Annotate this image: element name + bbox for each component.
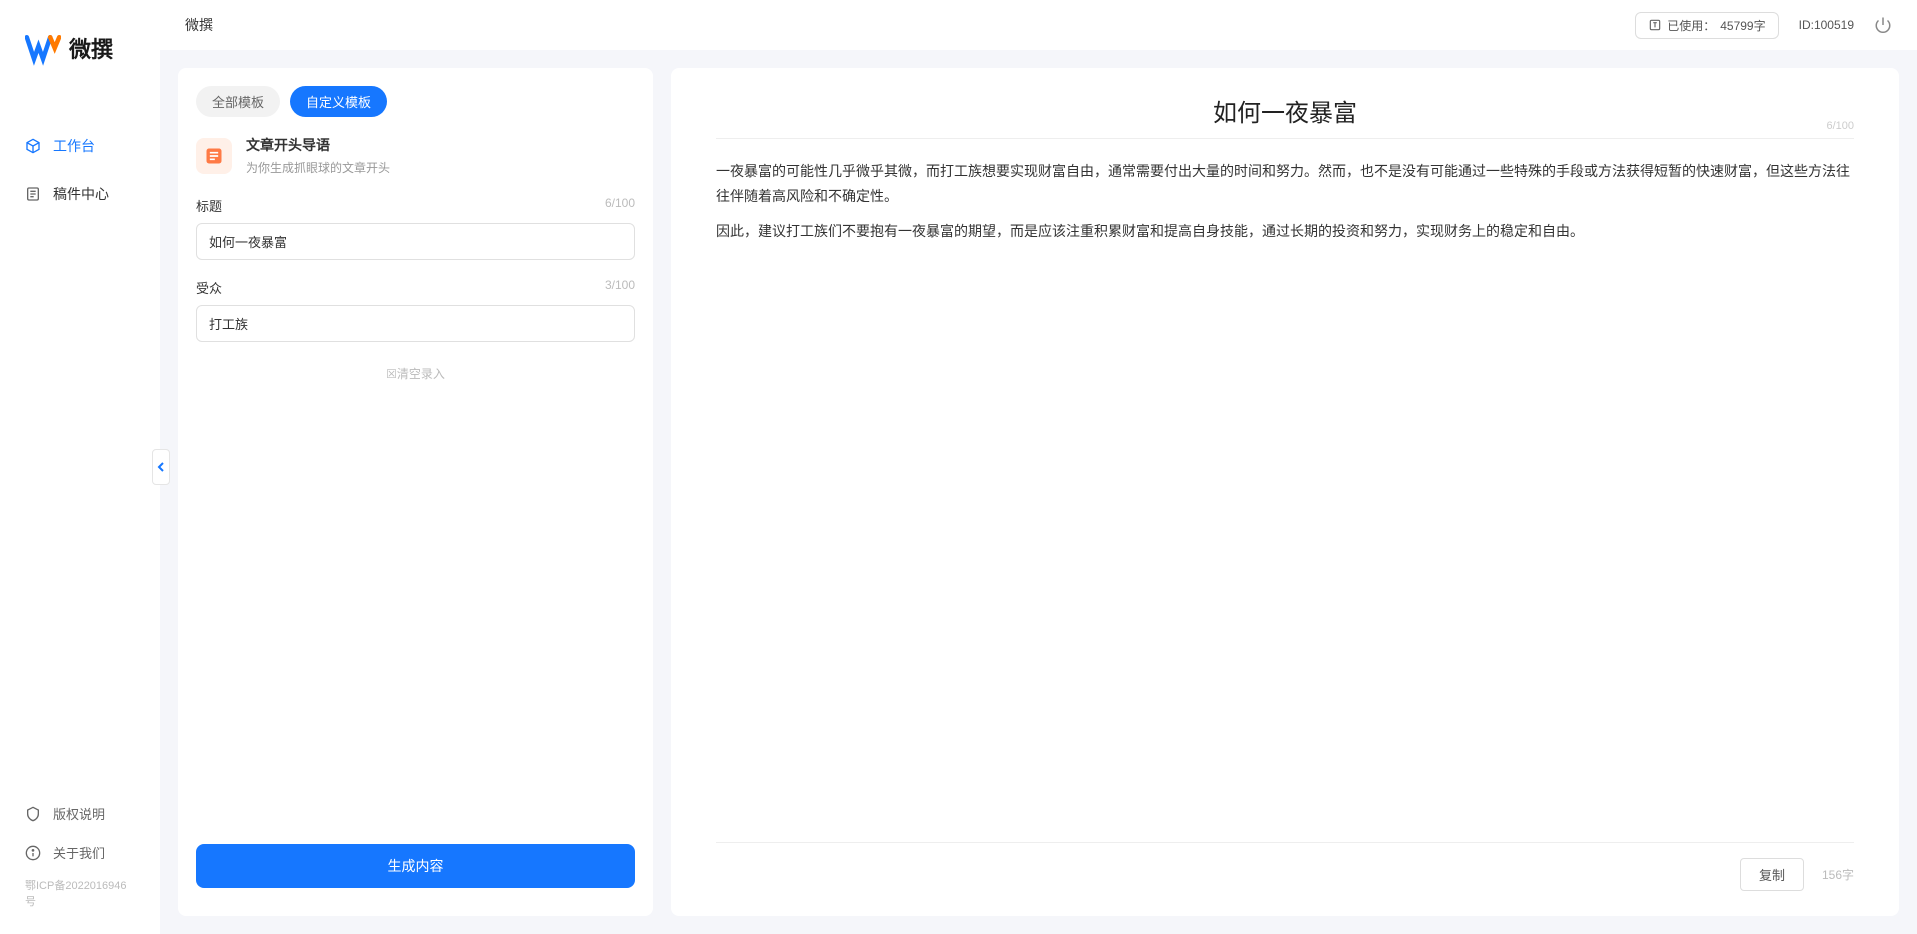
content-area: 全部模板 自定义模板 文章开头导语 为你生成抓眼球的文章开头 标题 [160, 50, 1917, 934]
template-desc: 为你生成抓眼球的文章开头 [246, 159, 390, 176]
topbar-right: 已使用： 45799字 ID:100519 [1635, 12, 1892, 39]
sidebar-item-drafts[interactable]: 稿件中心 [0, 174, 160, 214]
audience-field-group: 受众 3/100 [178, 278, 653, 342]
sidebar-item-label: 关于我们 [53, 843, 105, 862]
usage-prefix: 已使用： [1667, 17, 1715, 34]
logo-text: 微撰 [69, 32, 113, 64]
usage-badge[interactable]: 已使用： 45799字 [1635, 12, 1778, 39]
title-label: 标题 [196, 196, 222, 215]
audience-char-count: 3/100 [605, 278, 635, 297]
page-title: 微撰 [185, 15, 213, 35]
sidebar-item-workbench[interactable]: 工作台 [0, 126, 160, 166]
sidebar-item-label: 工作台 [53, 136, 95, 156]
main-area: 微撰 已使用： 45799字 ID:100519 全部模板 自定义模板 [160, 0, 1917, 934]
audience-label: 受众 [196, 278, 222, 297]
title-input[interactable] [196, 223, 635, 260]
output-word-count: 156字 [1822, 866, 1854, 883]
sidebar: 微撰 工作台 稿件中心 [0, 0, 160, 934]
topbar: 微撰 已使用： 45799字 ID:100519 [160, 0, 1917, 50]
sidebar-item-label: 版权说明 [53, 804, 105, 823]
sidebar-item-about[interactable]: 关于我们 [0, 833, 160, 872]
audience-input[interactable] [196, 305, 635, 342]
text-icon [1648, 18, 1662, 32]
tab-custom-templates[interactable]: 自定义模板 [290, 86, 387, 117]
article-paragraph: 一夜暴富的可能性几乎微乎其微，而打工族想要实现财富自由，通常需要付出大量的时间和… [716, 159, 1854, 209]
article-title: 如何一夜暴富 [716, 93, 1854, 128]
article-title-row: 如何一夜暴富 6/100 [716, 93, 1854, 139]
logo: 微撰 [0, 30, 160, 66]
sidebar-item-label: 稿件中心 [53, 184, 109, 204]
output-footer: 复制 156字 [716, 842, 1854, 891]
logo-icon [25, 30, 61, 66]
tab-all-templates[interactable]: 全部模板 [196, 86, 280, 117]
generate-button[interactable]: 生成内容 [196, 844, 635, 888]
template-icon [196, 138, 232, 174]
template-header: 文章开头导语 为你生成抓眼球的文章开头 [178, 135, 653, 176]
usage-value: 45799字 [1720, 17, 1765, 34]
title-field-group: 标题 6/100 [178, 196, 653, 260]
sidebar-item-copyright[interactable]: 版权说明 [0, 794, 160, 833]
template-name: 文章开头导语 [246, 135, 390, 155]
template-tabs: 全部模板 自定义模板 [178, 86, 653, 117]
article-paragraph: 因此，建议打工族们不要抱有一夜暴富的期望，而是应该注重积累财富和提高自身技能，通… [716, 219, 1854, 244]
power-icon[interactable] [1874, 16, 1892, 34]
input-panel: 全部模板 自定义模板 文章开头导语 为你生成抓眼球的文章开头 标题 [178, 68, 653, 916]
sidebar-collapse-handle[interactable] [152, 449, 170, 485]
shield-icon [25, 806, 41, 822]
cube-icon [25, 138, 41, 154]
template-info: 文章开头导语 为你生成抓眼球的文章开头 [246, 135, 390, 176]
copy-button[interactable]: 复制 [1740, 858, 1804, 891]
info-icon [25, 845, 41, 861]
chevron-left-icon [157, 461, 165, 473]
clear-input-button[interactable]: ☒清空录入 [178, 360, 653, 387]
icp-text: 鄂ICP备2022016946号 [0, 872, 160, 914]
output-panel: 如何一夜暴富 6/100 一夜暴富的可能性几乎微乎其微，而打工族想要实现财富自由… [671, 68, 1899, 916]
title-char-count: 6/100 [605, 196, 635, 215]
article-body: 一夜暴富的可能性几乎微乎其微，而打工族想要实现财富自由，通常需要付出大量的时间和… [716, 159, 1854, 255]
article-title-count: 6/100 [1826, 120, 1854, 132]
doc-icon [25, 186, 41, 202]
sidebar-bottom: 版权说明 关于我们 鄂ICP备2022016946号 [0, 794, 160, 934]
user-id: ID:100519 [1799, 18, 1854, 32]
